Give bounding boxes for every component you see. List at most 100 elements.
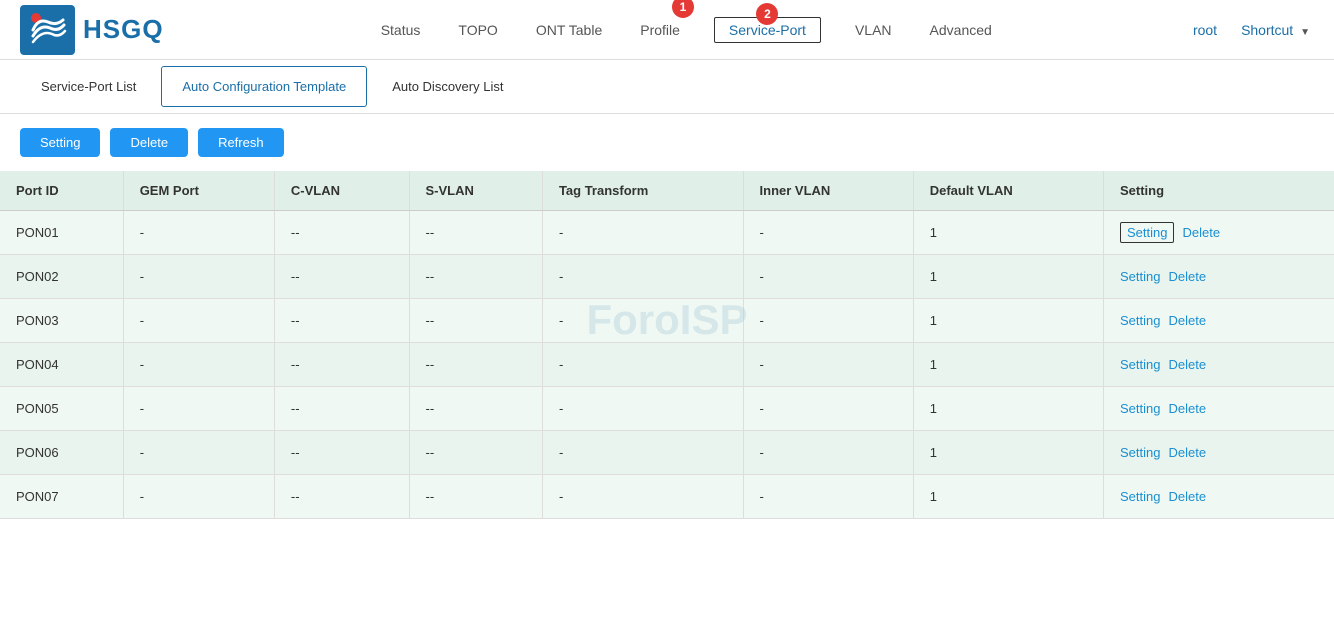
cell-s-vlan: --: [409, 431, 542, 475]
cell-tag-transform: -: [542, 211, 743, 255]
cell-s-vlan: --: [409, 299, 542, 343]
cell-port-id: PON07: [0, 475, 123, 519]
nav-topo[interactable]: TOPO: [454, 4, 501, 56]
row-delete-link[interactable]: Delete: [1168, 269, 1206, 284]
shortcut-dropdown-arrow: ▼: [1300, 27, 1310, 38]
cell-s-vlan: --: [409, 387, 542, 431]
row-delete-link[interactable]: Delete: [1168, 357, 1206, 372]
row-delete-link[interactable]: Delete: [1168, 313, 1206, 328]
tab-auto-config-template[interactable]: Auto Configuration Template: [161, 66, 367, 107]
cell-tag-transform: -: [542, 475, 743, 519]
cell-c-vlan: --: [274, 299, 409, 343]
cell-inner-vlan: -: [743, 343, 913, 387]
cell-default-vlan: 1: [913, 431, 1103, 475]
row-setting-link[interactable]: Setting: [1120, 313, 1160, 328]
table-body: PON01-------1SettingDeletePON02-------1S…: [0, 211, 1334, 519]
cell-s-vlan: --: [409, 343, 542, 387]
cell-c-vlan: --: [274, 255, 409, 299]
header: HSGQ Status TOPO ONT Table Profile 1 Ser…: [0, 0, 1334, 60]
nav-shortcut[interactable]: Shortcut ▼: [1237, 4, 1314, 56]
row-setting-link[interactable]: Setting: [1120, 445, 1160, 460]
nav-root[interactable]: root: [1189, 4, 1221, 56]
row-delete-link[interactable]: Delete: [1168, 489, 1206, 504]
cell-default-vlan: 1: [913, 387, 1103, 431]
cell-inner-vlan: -: [743, 387, 913, 431]
cell-gem-port: -: [123, 299, 274, 343]
setting-button[interactable]: Setting: [20, 128, 100, 157]
cell-c-vlan: --: [274, 343, 409, 387]
refresh-button[interactable]: Refresh: [198, 128, 284, 157]
toolbar: Setting Delete Refresh: [0, 114, 1334, 171]
nav-status[interactable]: Status: [377, 4, 425, 56]
col-default-vlan: Default VLAN: [913, 171, 1103, 211]
nav-vlan[interactable]: VLAN: [851, 4, 896, 56]
nav-advanced[interactable]: Advanced: [926, 4, 996, 56]
cell-actions: Setting Delete: [1103, 211, 1334, 255]
cell-actions: Setting Delete: [1103, 475, 1334, 519]
cell-s-vlan: --: [409, 255, 542, 299]
tab-auto-discovery-list[interactable]: Auto Discovery List: [371, 66, 524, 107]
cell-port-id: PON02: [0, 255, 123, 299]
col-port-id: Port ID: [0, 171, 123, 211]
cell-gem-port: -: [123, 255, 274, 299]
cell-inner-vlan: -: [743, 299, 913, 343]
cell-c-vlan: --: [274, 211, 409, 255]
tabs-bar: Service-Port List Auto Configuration Tem…: [0, 60, 1334, 114]
logo-text: HSGQ: [83, 14, 164, 45]
cell-gem-port: -: [123, 431, 274, 475]
table-row: PON01-------1SettingDelete: [0, 211, 1334, 255]
row-delete-link[interactable]: Delete: [1168, 445, 1206, 460]
cell-actions: Setting Delete: [1103, 255, 1334, 299]
table-row: PON03-------1SettingDelete: [0, 299, 1334, 343]
logo-icon: [20, 5, 75, 55]
cell-default-vlan: 1: [913, 299, 1103, 343]
cell-inner-vlan: -: [743, 255, 913, 299]
cell-c-vlan: --: [274, 387, 409, 431]
cell-default-vlan: 1: [913, 211, 1103, 255]
col-tag-transform: Tag Transform: [542, 171, 743, 211]
table-row: PON06-------1SettingDelete: [0, 431, 1334, 475]
cell-gem-port: -: [123, 343, 274, 387]
row-setting-link[interactable]: Setting: [1120, 357, 1160, 372]
cell-s-vlan: --: [409, 475, 542, 519]
badge-1: 1: [672, 0, 694, 18]
row-delete-link[interactable]: Delete: [1182, 225, 1220, 240]
row-setting-link[interactable]: Setting: [1120, 222, 1174, 243]
cell-port-id: PON05: [0, 387, 123, 431]
cell-default-vlan: 1: [913, 475, 1103, 519]
cell-default-vlan: 1: [913, 343, 1103, 387]
cell-actions: Setting Delete: [1103, 343, 1334, 387]
cell-tag-transform: -: [542, 299, 743, 343]
nav-service-port-wrap: Service-Port 2: [714, 17, 821, 43]
nav-shortcut-wrap: Shortcut ▼: [1237, 4, 1314, 56]
cell-actions: Setting Delete: [1103, 387, 1334, 431]
cell-s-vlan: --: [409, 211, 542, 255]
nav-ont-table[interactable]: ONT Table: [532, 4, 606, 56]
cell-tag-transform: -: [542, 387, 743, 431]
cell-port-id: PON06: [0, 431, 123, 475]
row-setting-link[interactable]: Setting: [1120, 489, 1160, 504]
cell-gem-port: -: [123, 475, 274, 519]
row-setting-link[interactable]: Setting: [1120, 269, 1160, 284]
cell-c-vlan: --: [274, 431, 409, 475]
table-row: PON04-------1SettingDelete: [0, 343, 1334, 387]
table-row: PON02-------1SettingDelete: [0, 255, 1334, 299]
table-container: Port ID GEM Port C-VLAN S-VLAN Tag Trans…: [0, 171, 1334, 519]
main-table: Port ID GEM Port C-VLAN S-VLAN Tag Trans…: [0, 171, 1334, 519]
cell-tag-transform: -: [542, 431, 743, 475]
cell-inner-vlan: -: [743, 475, 913, 519]
row-delete-link[interactable]: Delete: [1168, 401, 1206, 416]
nav-profile-wrap: Profile 1: [636, 4, 684, 56]
row-setting-link[interactable]: Setting: [1120, 401, 1160, 416]
cell-port-id: PON01: [0, 211, 123, 255]
tab-service-port-list[interactable]: Service-Port List: [20, 66, 157, 107]
table-row: PON05-------1SettingDelete: [0, 387, 1334, 431]
col-s-vlan: S-VLAN: [409, 171, 542, 211]
col-c-vlan: C-VLAN: [274, 171, 409, 211]
cell-default-vlan: 1: [913, 255, 1103, 299]
cell-port-id: PON04: [0, 343, 123, 387]
cell-port-id: PON03: [0, 299, 123, 343]
delete-button[interactable]: Delete: [110, 128, 188, 157]
cell-c-vlan: --: [274, 475, 409, 519]
cell-actions: Setting Delete: [1103, 299, 1334, 343]
